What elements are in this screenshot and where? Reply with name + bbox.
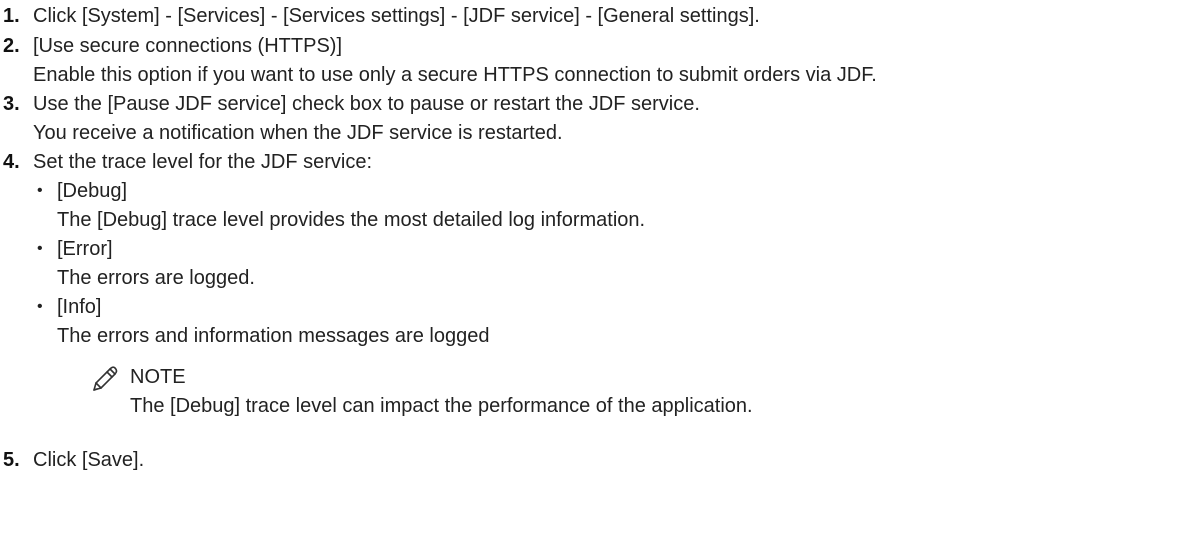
note-text: The [Debug] trace level can impact the p…: [130, 395, 753, 417]
bullet: •: [37, 240, 43, 257]
step-number: 5.: [3, 449, 20, 471]
step-detail-text: Enable this option if you want to use on…: [33, 64, 877, 86]
pencil-icon: [93, 366, 118, 391]
step-number: 3.: [3, 93, 20, 115]
trace-level-description: The errors are logged.: [57, 267, 255, 289]
step-number: 4.: [3, 151, 20, 173]
step-text: Use the [Pause JDF service] check box to…: [33, 93, 700, 115]
trace-level-description: The errors and information messages are …: [57, 325, 490, 347]
step-text: [Use secure connections (HTTPS)]: [33, 35, 342, 57]
step-number: 2.: [3, 35, 20, 57]
step-number: 1.: [3, 5, 20, 27]
trace-level-description: The [Debug] trace level provides the mos…: [57, 209, 646, 231]
bullet: •: [37, 182, 43, 199]
trace-level-label: [Error]: [57, 238, 113, 260]
step-text: Click [Save].: [33, 449, 145, 471]
trace-level-label: [Info]: [57, 296, 102, 318]
step-text: Set the trace level for the JDF service:: [33, 151, 373, 173]
step-text: Click [System] - [Services] - [Services …: [33, 5, 760, 27]
note-label: NOTE: [130, 366, 186, 388]
step-detail-text: You receive a notification when the JDF …: [33, 122, 563, 144]
bullet: •: [37, 298, 43, 315]
trace-level-label: [Debug]: [57, 180, 128, 202]
